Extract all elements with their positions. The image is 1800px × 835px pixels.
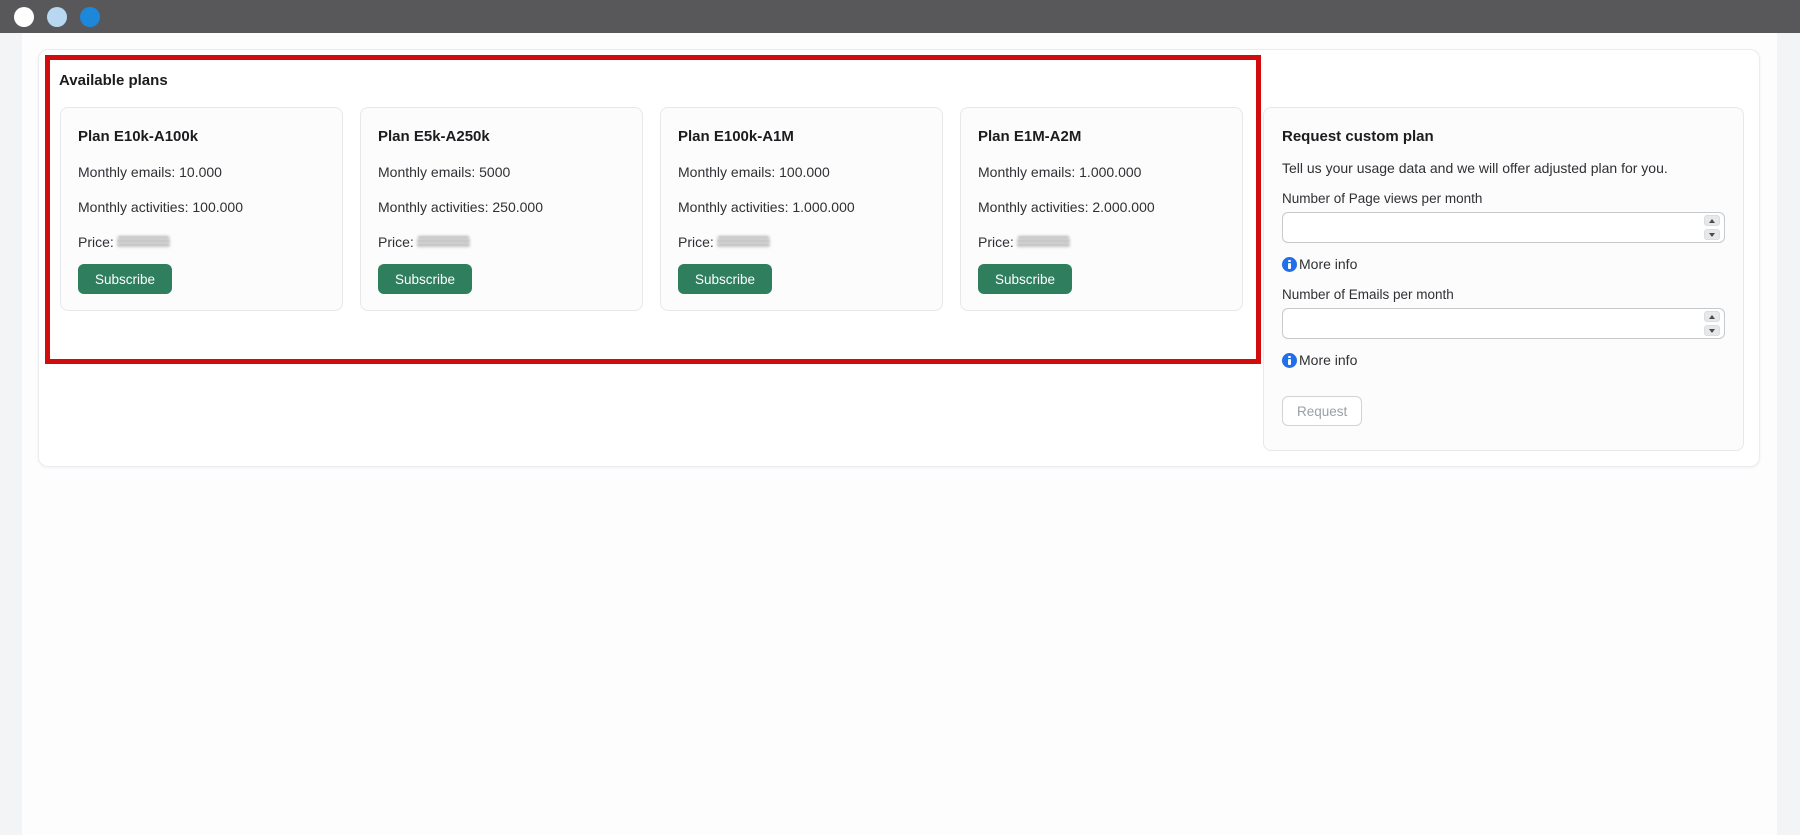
plan-title: Plan E5k-A250k: [378, 128, 490, 145]
plan-title: Plan E1M-A2M: [978, 128, 1082, 145]
screen: Available plans Plan E10k-A100k Monthly …: [0, 0, 1800, 835]
emails-label: Number of Emails per month: [1282, 287, 1454, 302]
emails-input[interactable]: [1282, 308, 1725, 339]
plan-title: Plan E100k-A1M: [678, 128, 794, 145]
plan-price-redacted: [116, 236, 170, 248]
plan-card-e10k-a100k: Plan E10k-A100k Monthly emails: 10.000 M…: [60, 107, 343, 311]
plan-price-label: Price:: [78, 234, 114, 250]
window-control-1-icon[interactable]: [14, 6, 34, 27]
spinner-up-icon[interactable]: [1704, 215, 1720, 226]
spinner-down-icon[interactable]: [1704, 325, 1720, 336]
plan-price-label: Price:: [978, 234, 1014, 250]
spinner-down-icon[interactable]: [1704, 229, 1720, 240]
info-icon: [1282, 352, 1297, 368]
plans-row: Plan E10k-A100k Monthly emails: 10.000 M…: [60, 107, 1243, 311]
plan-monthly-activities: Monthly activities: 1.000.000: [678, 199, 855, 215]
more-info-label: More info: [1299, 352, 1358, 368]
plan-price-label: Price:: [378, 234, 414, 250]
plan-monthly-emails: Monthly emails: 10.000: [78, 164, 222, 180]
section-title: Available plans: [59, 72, 168, 89]
emails-input-wrap: [1282, 308, 1725, 339]
plan-price-line: Price:: [378, 234, 625, 250]
plan-price-line: Price:: [78, 234, 325, 250]
custom-plan-panel: Request custom plan Tell us your usage d…: [1263, 107, 1744, 451]
subscribe-button[interactable]: Subscribe: [78, 264, 173, 294]
page-views-label: Number of Page views per month: [1282, 191, 1483, 206]
plan-monthly-activities: Monthly activities: 250.000: [378, 199, 543, 215]
plan-price-line: Price:: [978, 234, 1225, 250]
emails-spinner: [1704, 311, 1720, 336]
plan-price-redacted: [1016, 236, 1070, 248]
plan-price-label: Price:: [678, 234, 714, 250]
plan-price-line: Price:: [678, 234, 925, 250]
plan-card-e100k-a1m: Plan E100k-A1M Monthly emails: 100.000 M…: [660, 107, 943, 311]
request-button[interactable]: Request: [1282, 396, 1363, 426]
custom-plan-title: Request custom plan: [1282, 128, 1434, 145]
more-info-label: More info: [1299, 256, 1358, 272]
window-control-3-icon[interactable]: [80, 6, 100, 27]
subscribe-button[interactable]: Subscribe: [378, 264, 473, 294]
page-background: Available plans Plan E10k-A100k Monthly …: [22, 33, 1777, 835]
plan-price-redacted: [416, 236, 470, 248]
page-views-input-wrap: [1282, 212, 1725, 243]
custom-plan-description: Tell us your usage data and we will offe…: [1282, 160, 1668, 176]
plan-monthly-activities: Monthly activities: 100.000: [78, 199, 243, 215]
subscribe-button[interactable]: Subscribe: [978, 264, 1073, 294]
spinner-up-icon[interactable]: [1704, 311, 1720, 322]
page-views-spinner: [1704, 215, 1720, 240]
plan-monthly-emails: Monthly emails: 100.000: [678, 164, 830, 180]
plan-title: Plan E10k-A100k: [78, 128, 199, 145]
plans-section-card: Available plans Plan E10k-A100k Monthly …: [38, 49, 1760, 467]
info-icon: [1282, 256, 1297, 272]
plan-monthly-activities: Monthly activities: 2.000.000: [978, 199, 1155, 215]
window-titlebar: [0, 0, 1800, 33]
subscribe-button[interactable]: Subscribe: [678, 264, 773, 294]
plan-price-redacted: [716, 236, 770, 248]
plan-card-e5k-a250k: Plan E5k-A250k Monthly emails: 5000 Mont…: [360, 107, 643, 311]
page-views-more-info-link[interactable]: More info: [1282, 256, 1357, 272]
window-control-2-icon[interactable]: [47, 6, 67, 27]
plan-monthly-emails: Monthly emails: 5000: [378, 164, 511, 180]
plan-card-e1m-a2m: Plan E1M-A2M Monthly emails: 1.000.000 M…: [960, 107, 1243, 311]
page-views-input[interactable]: [1282, 212, 1725, 243]
plan-monthly-emails: Monthly emails: 1.000.000: [978, 164, 1142, 180]
emails-more-info-link[interactable]: More info: [1282, 352, 1357, 368]
